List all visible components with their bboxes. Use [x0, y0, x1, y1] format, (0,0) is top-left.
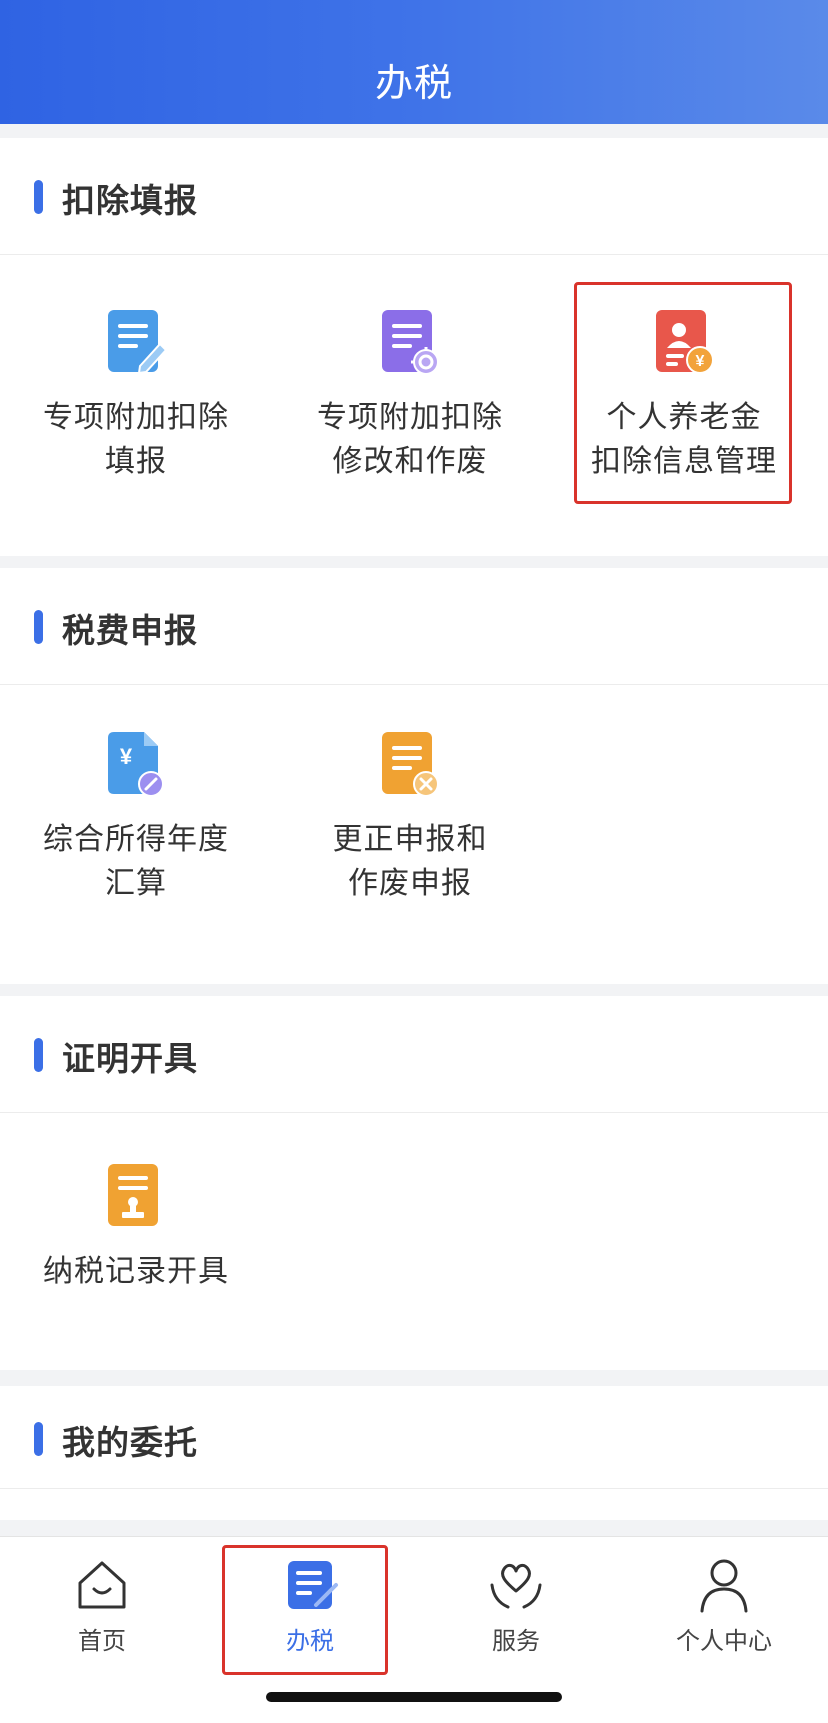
- tile-tax-record[interactable]: 纳税记录开具: [16, 1160, 256, 1294]
- tab-home[interactable]: 首页: [32, 1555, 172, 1656]
- section-marker: [34, 180, 43, 214]
- tile-label: 专项附加扣除 填报: [43, 400, 229, 479]
- section-marker: [34, 1422, 43, 1456]
- section-marker: [34, 1038, 43, 1072]
- tab-personal-center[interactable]: 个人中心: [654, 1555, 794, 1656]
- tile-label: 纳税记录开具: [43, 1254, 229, 1289]
- section-header: 税费申报: [0, 568, 828, 685]
- tile-special-deduction-modify[interactable]: 专项附加扣除 修改和作废: [290, 306, 530, 484]
- user-icon: [694, 1555, 754, 1615]
- section-title: 税费申报: [62, 611, 198, 650]
- tile-label: 专项附加扣除 修改和作废: [317, 400, 503, 479]
- section-certificate: 证明开具 纳税记录开具: [0, 996, 828, 1370]
- document-settings-icon: [378, 306, 442, 378]
- section-header: 证明开具: [0, 996, 828, 1113]
- highlight-box: [574, 282, 792, 504]
- section-marker: [34, 610, 43, 644]
- section-title: 我的委托: [62, 1423, 198, 1462]
- home-indicator: [266, 1692, 562, 1702]
- yuan-document-edit-icon: ¥: [104, 728, 168, 800]
- tab-label: 个人中心: [676, 1627, 772, 1655]
- home-icon: [72, 1555, 132, 1615]
- document-cancel-icon: [378, 728, 442, 800]
- tab-label: 服务: [492, 1627, 540, 1655]
- section-title: 证明开具: [62, 1039, 198, 1078]
- tile-annual-settlement[interactable]: ¥ 综合所得年度 汇算: [16, 728, 256, 906]
- tile-special-deduction-fill[interactable]: 专项附加扣除 填报: [16, 306, 256, 484]
- section-header: 我的委托: [0, 1386, 828, 1489]
- section-header: 扣除填报: [0, 138, 828, 255]
- section-title: 扣除填报: [62, 181, 198, 220]
- section-tax-filing: 税费申报 ¥ 综合所得年度 汇算 更正申报和 作废申报: [0, 568, 828, 984]
- tile-correct-cancel-filing[interactable]: 更正申报和 作废申报: [290, 728, 530, 906]
- tab-service[interactable]: 服务: [446, 1555, 586, 1656]
- tile-label: 综合所得年度 汇算: [43, 822, 229, 901]
- document-stamp-icon: [104, 1160, 168, 1232]
- highlight-box: [222, 1545, 388, 1675]
- yuan-symbol: ¥: [120, 744, 133, 769]
- page-title: 办税: [374, 61, 453, 105]
- section-deduction-filing: 扣除填报 专项附加扣除 填报 专项附加扣除 修改和作废 ¥ 个人养老金 扣除信息…: [0, 138, 828, 556]
- tab-label: 首页: [78, 1627, 126, 1655]
- document-edit-icon: [104, 306, 168, 378]
- page-header: 办税: [0, 0, 828, 124]
- section-my-delegation: 我的委托: [0, 1386, 828, 1520]
- tile-label: 更正申报和 作废申报: [332, 822, 488, 901]
- service-heart-icon: [486, 1555, 546, 1615]
